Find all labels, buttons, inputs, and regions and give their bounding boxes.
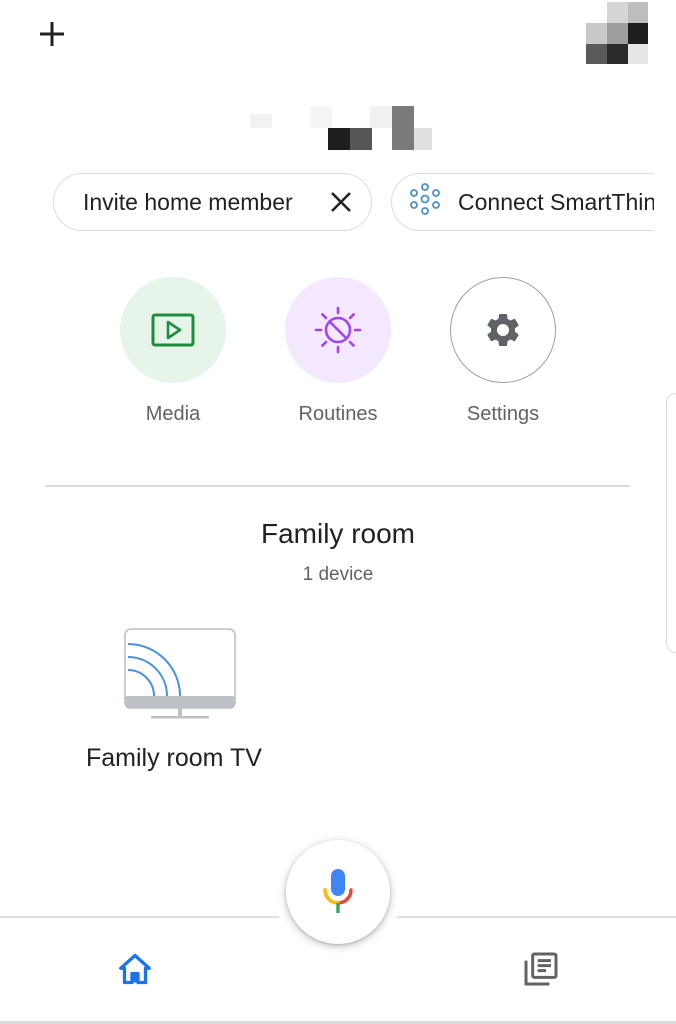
routines-label: Routines	[298, 403, 378, 425]
home-name-redacted	[240, 100, 440, 152]
device-tile[interactable]: Family room TV	[86, 628, 286, 773]
settings-label: Settings	[466, 403, 540, 425]
smartthings-icon	[408, 182, 442, 222]
connect-smartthings-chip[interactable]: Connect SmartThings	[391, 173, 654, 231]
settings-circle	[450, 277, 556, 383]
invite-chip-label: Invite home member	[83, 188, 293, 215]
mic-icon	[323, 869, 353, 913]
suggestion-chips: Invite home member Connect SmartThings	[0, 160, 654, 250]
account-avatar[interactable]	[586, 2, 648, 64]
connect-chip-label: Connect SmartThings	[458, 188, 654, 215]
mic-button[interactable]	[286, 840, 390, 944]
routines-icon	[314, 306, 362, 354]
tv-cast-icon	[124, 628, 236, 722]
plus-icon	[40, 22, 64, 46]
settings-button[interactable]: Settings	[428, 277, 578, 426]
routines-button[interactable]: Routines	[263, 277, 413, 426]
nav-home-button[interactable]	[110, 944, 160, 994]
media-play-icon	[151, 313, 195, 347]
media-label: Media	[145, 403, 201, 425]
feed-icon	[524, 952, 558, 986]
section-divider	[45, 485, 630, 487]
invite-home-member-chip[interactable]: Invite home member	[53, 173, 372, 231]
add-button[interactable]	[24, 12, 80, 56]
routines-circle	[285, 277, 391, 383]
media-circle	[120, 277, 226, 383]
close-icon[interactable]	[311, 174, 371, 230]
home-icon	[119, 953, 151, 985]
media-button[interactable]: Media	[98, 277, 248, 426]
room-title: Family room	[260, 518, 415, 549]
device-name: Family room TV	[86, 744, 262, 772]
gear-icon	[487, 314, 519, 346]
room-device-count: 1 device	[302, 564, 374, 585]
nav-feed-button[interactable]	[516, 944, 566, 994]
